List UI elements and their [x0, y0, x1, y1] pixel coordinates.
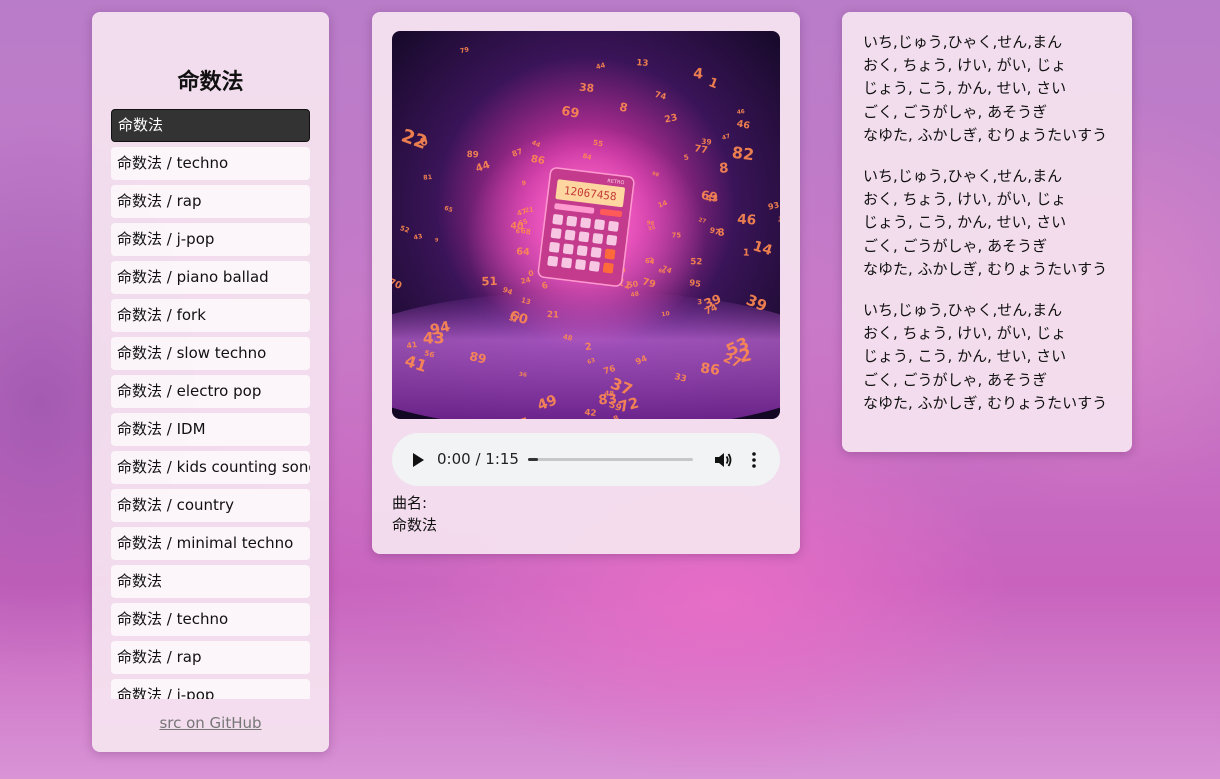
seek-bar[interactable] [528, 458, 693, 461]
song-name: 命数法 [392, 516, 438, 534]
svg-text:89: 89 [779, 287, 780, 301]
lyrics-body: いち,じゅう,ひゃく,せん,まん おく, ちょう, けい, がい, じょ じょう, … [863, 31, 1125, 433]
cover-art: 4340494811544476233944644323846321948462… [392, 31, 780, 419]
lyrics-line: なゆた, ふかしぎ, むりょうたいすう [863, 125, 1108, 144]
svg-text:8: 8 [719, 161, 729, 176]
svg-text:86: 86 [699, 360, 721, 379]
svg-text:4: 4 [693, 66, 704, 83]
lyrics-line: なゆた, ふかしぎ, むりょうたいすう [863, 393, 1108, 412]
lyrics-line: ごく, ごうがしゃ, あそうぎ [863, 236, 1048, 255]
lyrics-line: いち,じゅう,ひゃく,せん,まん [863, 301, 1063, 320]
svg-text:36: 36 [519, 372, 528, 379]
svg-text:9: 9 [522, 179, 527, 187]
svg-text:89: 89 [466, 150, 478, 160]
lyrics-line: いち,じゅう,ひゃく,せん,まん [863, 33, 1063, 51]
track-item[interactable]: 命数法 / j-pop [111, 679, 310, 699]
playback-time: 0:00 / 1:15 [437, 450, 519, 468]
svg-text:55: 55 [592, 138, 604, 149]
track-item[interactable]: 命数法 / j-pop [111, 223, 310, 256]
track-item[interactable]: 命数法 / electro pop [111, 375, 310, 408]
svg-text:52: 52 [690, 257, 702, 267]
svg-text:46: 46 [737, 211, 757, 228]
track-list[interactable]: 命数法 命数法 / techno 命数法 / rap 命数法 / j-pop 命数法 /… [111, 109, 310, 699]
lyrics-line: ごく, ごうがしゃ, あそうぎ [863, 102, 1048, 121]
svg-text:83: 83 [598, 392, 618, 409]
svg-text:77: 77 [693, 143, 708, 156]
svg-text:68: 68 [520, 226, 532, 237]
audio-player[interactable]: 0:00 / 1:15 [392, 433, 780, 486]
svg-text:38: 38 [579, 81, 595, 95]
sidebar: 命数法 命数法 命数法 / techno 命数法 / rap 命数法 / j-pop 命… [92, 12, 329, 752]
svg-text:64: 64 [516, 246, 530, 258]
lyrics-stanza: いち,じゅう,ひゃく,せん,まん おく, ちょう, けい, がい, じょ じょう, … [863, 31, 1125, 147]
more-options-icon[interactable] [748, 450, 760, 470]
volume-icon[interactable] [713, 450, 733, 470]
svg-text:41: 41 [406, 340, 418, 350]
track-item[interactable]: 命数法 / slow techno [111, 337, 310, 370]
lyrics-line: おく, ちょう, けい, がい, じょ [863, 190, 1067, 209]
track-item[interactable]: 命数法 [111, 109, 310, 142]
player-panel: 4340494811544476233944644323846321948462… [372, 12, 800, 554]
svg-text:82: 82 [731, 143, 755, 165]
track-item[interactable]: 命数法 / piano ballad [111, 261, 310, 294]
svg-text:51: 51 [481, 274, 497, 289]
svg-text:50: 50 [627, 279, 640, 290]
play-icon[interactable] [411, 452, 425, 468]
seek-bar-fill [528, 458, 538, 461]
track-item[interactable]: 命数法 / fork [111, 299, 310, 332]
sidebar-title: 命数法 [177, 70, 244, 95]
track-item[interactable]: 命数法 / country [111, 489, 310, 522]
lyrics-line: おく, ちょう, けい, がい, じょ [863, 324, 1067, 343]
lyrics-panel: いち,じゅう,ひゃく,せん,まん おく, ちょう, けい, がい, じょ じょう, … [842, 12, 1132, 452]
svg-text:13: 13 [636, 58, 649, 69]
svg-text:69: 69 [700, 188, 718, 204]
lyrics-line: なゆた, ふかしぎ, むりょうたいすう [863, 259, 1108, 278]
svg-text:21: 21 [547, 310, 560, 321]
track-item[interactable]: 命数法 / kids counting song [111, 451, 310, 484]
track-item[interactable]: 命数法 / techno [111, 603, 310, 636]
song-label: 曲名: [392, 494, 428, 512]
svg-text:1: 1 [743, 248, 750, 259]
lyrics-line: じょう, こう, かん, せい, さい [863, 347, 1067, 366]
lyrics-line: いち,じゅう,ひゃく,せん,まん [863, 167, 1063, 186]
svg-text:42: 42 [584, 408, 597, 419]
lyrics-line: じょう, こう, かん, せい, さい [863, 79, 1067, 98]
svg-text:10: 10 [661, 311, 670, 318]
lyrics-line: ごく, ごうがしゃ, あそうぎ [863, 370, 1048, 389]
svg-text:46: 46 [737, 109, 746, 116]
lyrics-line: じょう, こう, かん, せい, さい [863, 213, 1067, 232]
lyrics-line: おく, ちょう, けい, がい, じょ [863, 56, 1067, 75]
svg-text:95: 95 [689, 277, 702, 289]
track-item[interactable]: 命数法 / techno [111, 147, 310, 180]
track-item[interactable]: 命数法 / rap [111, 641, 310, 674]
svg-text:81: 81 [423, 173, 433, 182]
lyrics-stanza: いち,じゅう,ひゃく,せん,まん おく, ちょう, けい, がい, じょ じょう, … [863, 165, 1125, 281]
track-item[interactable]: 命数法 / IDM [111, 413, 310, 446]
track-item[interactable]: 命数法 / minimal techno [111, 527, 310, 560]
github-link[interactable]: src on GitHub [92, 714, 329, 732]
svg-text:43: 43 [423, 329, 445, 348]
track-item[interactable]: 命数法 / rap [111, 185, 310, 218]
svg-text:75: 75 [672, 232, 682, 240]
track-item[interactable]: 命数法 [111, 565, 310, 598]
svg-text:96: 96 [646, 220, 654, 227]
lyrics-stanza: いち,じゅう,ひゃく,せん,まん おく, ちょう, けい, がい, じょ じょう, … [863, 299, 1125, 415]
